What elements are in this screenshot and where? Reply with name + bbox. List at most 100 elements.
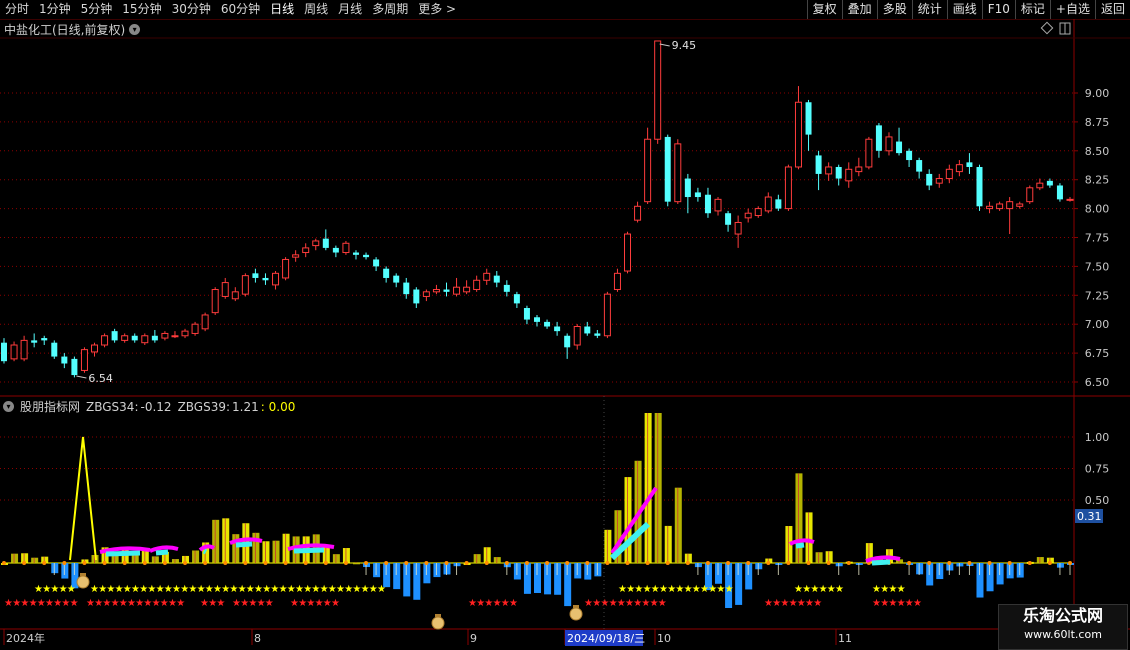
candle-body bbox=[211, 289, 219, 314]
yellow-star: ★ bbox=[835, 584, 844, 595]
candle bbox=[634, 201, 642, 223]
oscillator-bar bbox=[11, 553, 19, 563]
candle bbox=[51, 340, 58, 359]
candle bbox=[704, 187, 711, 218]
candle bbox=[955, 160, 963, 177]
oscillator-bar bbox=[61, 563, 69, 579]
chevron-down-icon[interactable]: ▾ bbox=[3, 401, 14, 412]
candle bbox=[624, 231, 632, 274]
candle-body bbox=[252, 273, 259, 278]
kline-chart[interactable]: 9.00 8.75 8.50 8.25 8.00 7.75 7.50 7.25 7.00 6.75… bbox=[0, 0, 1130, 650]
oscillator-bar bbox=[1006, 563, 1014, 579]
candle bbox=[61, 353, 68, 369]
candle bbox=[302, 243, 310, 258]
candle bbox=[432, 284, 440, 295]
candle-body bbox=[805, 102, 812, 135]
baseline-dot bbox=[464, 561, 469, 565]
price-tick-label: 7.75 bbox=[1085, 232, 1110, 245]
candle-body bbox=[916, 160, 923, 172]
candle-body bbox=[241, 275, 249, 295]
oscillator-bar bbox=[916, 563, 924, 575]
candle bbox=[221, 277, 229, 299]
oscillator-bar bbox=[815, 552, 823, 563]
oscillator-bar bbox=[483, 547, 491, 563]
oscillator-bar bbox=[805, 512, 813, 563]
candle-body bbox=[825, 166, 833, 175]
baseline-dot bbox=[826, 561, 831, 565]
candle-body bbox=[845, 168, 853, 182]
oscillator-bar bbox=[272, 540, 280, 563]
red-star: ★ bbox=[658, 598, 667, 609]
baseline-dot bbox=[907, 561, 912, 565]
candle-body bbox=[101, 335, 109, 346]
baseline-dot bbox=[545, 561, 550, 565]
baseline-dot bbox=[645, 561, 650, 565]
candle-body bbox=[896, 141, 903, 154]
red-star: ★ bbox=[176, 598, 185, 609]
indicator-tick-label: 0.75 bbox=[1085, 463, 1110, 476]
candle bbox=[996, 201, 1004, 211]
candle bbox=[453, 277, 461, 297]
candle-body bbox=[131, 335, 138, 341]
baseline-dot bbox=[605, 561, 610, 565]
yellow-star: ★ bbox=[67, 584, 76, 595]
candle-body bbox=[996, 203, 1004, 210]
oscillator-bar bbox=[1036, 557, 1044, 563]
oscillator-bar bbox=[192, 550, 200, 563]
candle bbox=[714, 197, 722, 216]
oscillator-bar bbox=[433, 563, 441, 578]
baseline-dot bbox=[685, 561, 690, 565]
candle bbox=[573, 324, 581, 350]
baseline-dot bbox=[122, 561, 127, 565]
price-tick-label: 7.25 bbox=[1085, 289, 1110, 302]
price-tick-label: 6.75 bbox=[1085, 347, 1110, 360]
candle-body bbox=[221, 282, 229, 297]
candle bbox=[272, 271, 280, 290]
oscillator-bar bbox=[976, 563, 984, 598]
candle bbox=[1056, 183, 1063, 202]
candle bbox=[422, 289, 430, 302]
candle-body bbox=[1046, 180, 1053, 186]
red-star: ★ bbox=[70, 598, 79, 609]
candle-body bbox=[443, 289, 450, 292]
candle bbox=[664, 134, 671, 207]
candle-body bbox=[744, 212, 752, 219]
candle bbox=[1066, 197, 1074, 202]
candle-body bbox=[71, 358, 78, 376]
oscillator-bar bbox=[373, 563, 381, 578]
candle-body bbox=[292, 254, 300, 258]
watermark-url: www.60lt.com bbox=[1024, 628, 1102, 641]
date-label: 2024年 bbox=[6, 631, 45, 645]
watermark-title: 乐淘公式网 bbox=[1022, 606, 1103, 625]
candle-body bbox=[513, 294, 520, 304]
candle bbox=[564, 333, 571, 359]
price-tick-label: 8.25 bbox=[1085, 174, 1110, 187]
oscillator-bar bbox=[31, 557, 39, 563]
oscillator-bar bbox=[584, 563, 592, 580]
baseline-dot bbox=[846, 561, 851, 565]
oscillator-bar bbox=[694, 563, 702, 575]
baseline-dot bbox=[102, 561, 107, 565]
candle-body bbox=[80, 349, 88, 371]
baseline-dot bbox=[323, 561, 328, 565]
candle bbox=[906, 148, 913, 167]
candle bbox=[644, 127, 652, 204]
baseline-dot bbox=[404, 561, 409, 565]
candle-body bbox=[634, 205, 642, 221]
candle-body bbox=[373, 259, 380, 267]
date-label: 11 bbox=[838, 632, 852, 645]
money-bag-body bbox=[431, 616, 445, 630]
oscillator-bar bbox=[674, 487, 682, 563]
oscillator-bar bbox=[554, 563, 562, 595]
candle bbox=[101, 333, 109, 348]
candle bbox=[473, 275, 481, 292]
candle bbox=[1036, 178, 1044, 191]
candle-body bbox=[272, 272, 280, 286]
oscillator-bar bbox=[473, 554, 481, 563]
current-value-label: 0.31 bbox=[1077, 510, 1102, 523]
candle-body bbox=[463, 286, 471, 293]
candle bbox=[80, 347, 88, 373]
baseline-dot bbox=[806, 561, 811, 565]
candle-body bbox=[674, 143, 682, 203]
baseline-dot bbox=[303, 561, 308, 565]
